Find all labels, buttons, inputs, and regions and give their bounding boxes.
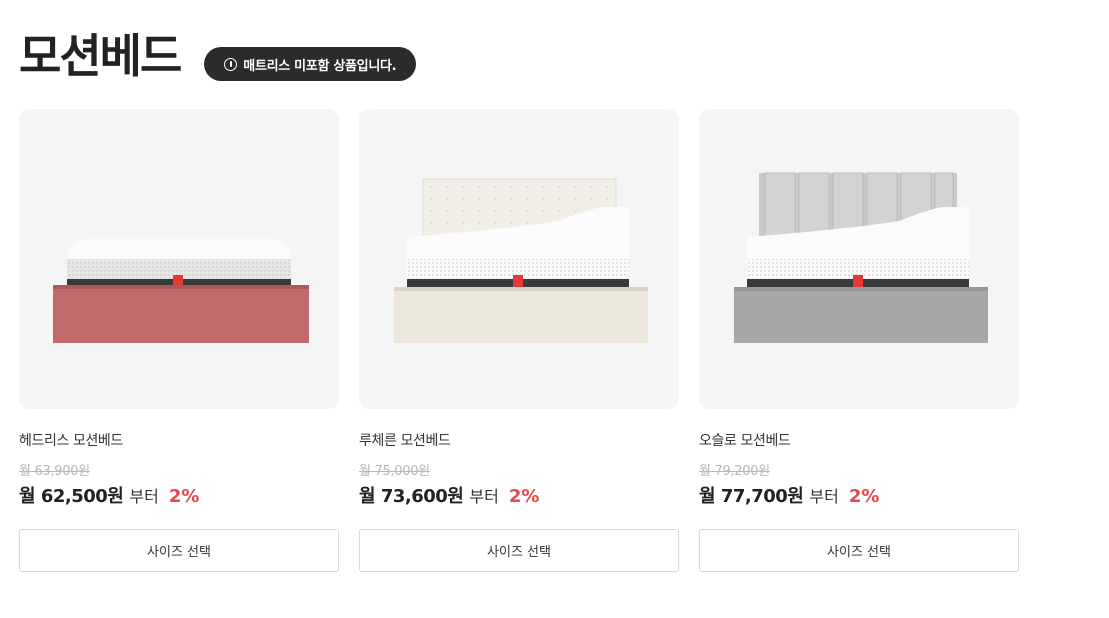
discount-rate: 2%: [168, 486, 200, 507]
page-header: 모션베드 매트리스 미포함 상품입니다.: [19, 28, 417, 84]
original-price: 월 79,200원: [699, 464, 770, 479]
info-icon: [224, 57, 238, 71]
original-price: 월 63,900원: [19, 464, 90, 479]
sale-price: 월 77,700원: [699, 486, 804, 507]
page-title: 모션베드: [19, 29, 182, 83]
original-price: 월 75,000원: [359, 464, 430, 479]
product-grid: 헤드리스 모션베드 월 63,900원 월 62,500원 부터 2% 사이즈 …: [19, 109, 1019, 572]
price-suffix: 부터: [129, 487, 159, 506]
discount-rate: 2%: [848, 486, 880, 507]
notice-text: 매트리스 미포함 상품입니다.: [243, 58, 397, 74]
product-card[interactable]: 헤드리스 모션베드 월 63,900원 월 62,500원 부터 2% 사이즈 …: [19, 109, 339, 572]
price-row: 월 77,700원 부터 2%: [699, 482, 1019, 507]
product-image-luzern-motion-bed[interactable]: [359, 109, 679, 409]
price-suffix: 부터: [809, 487, 839, 506]
select-size-button[interactable]: 사이즈 선택: [699, 529, 1019, 572]
sale-price: 월 73,600원: [359, 486, 464, 507]
product-image-headless-motion-bed[interactable]: [19, 109, 339, 409]
product-card[interactable]: 루체른 모션베드 월 75,000원 월 73,600원 부터 2% 사이즈 선…: [359, 109, 679, 572]
product-name[interactable]: 헤드리스 모션베드: [19, 430, 339, 449]
sale-price: 월 62,500원: [19, 486, 124, 507]
select-size-button[interactable]: 사이즈 선택: [359, 529, 679, 572]
price-row: 월 62,500원 부터 2%: [19, 482, 339, 507]
product-image-oslo-motion-bed[interactable]: [699, 109, 1019, 409]
price-row: 월 73,600원 부터 2%: [359, 482, 679, 507]
product-card[interactable]: 오슬로 모션베드 월 79,200원 월 77,700원 부터 2% 사이즈 선…: [699, 109, 1019, 572]
notice-badge: 매트리스 미포함 상품입니다.: [204, 47, 417, 81]
select-size-button[interactable]: 사이즈 선택: [19, 529, 339, 572]
product-name[interactable]: 오슬로 모션베드: [699, 430, 1019, 449]
discount-rate: 2%: [508, 486, 540, 507]
price-suffix: 부터: [469, 487, 499, 506]
product-name[interactable]: 루체른 모션베드: [359, 430, 679, 449]
